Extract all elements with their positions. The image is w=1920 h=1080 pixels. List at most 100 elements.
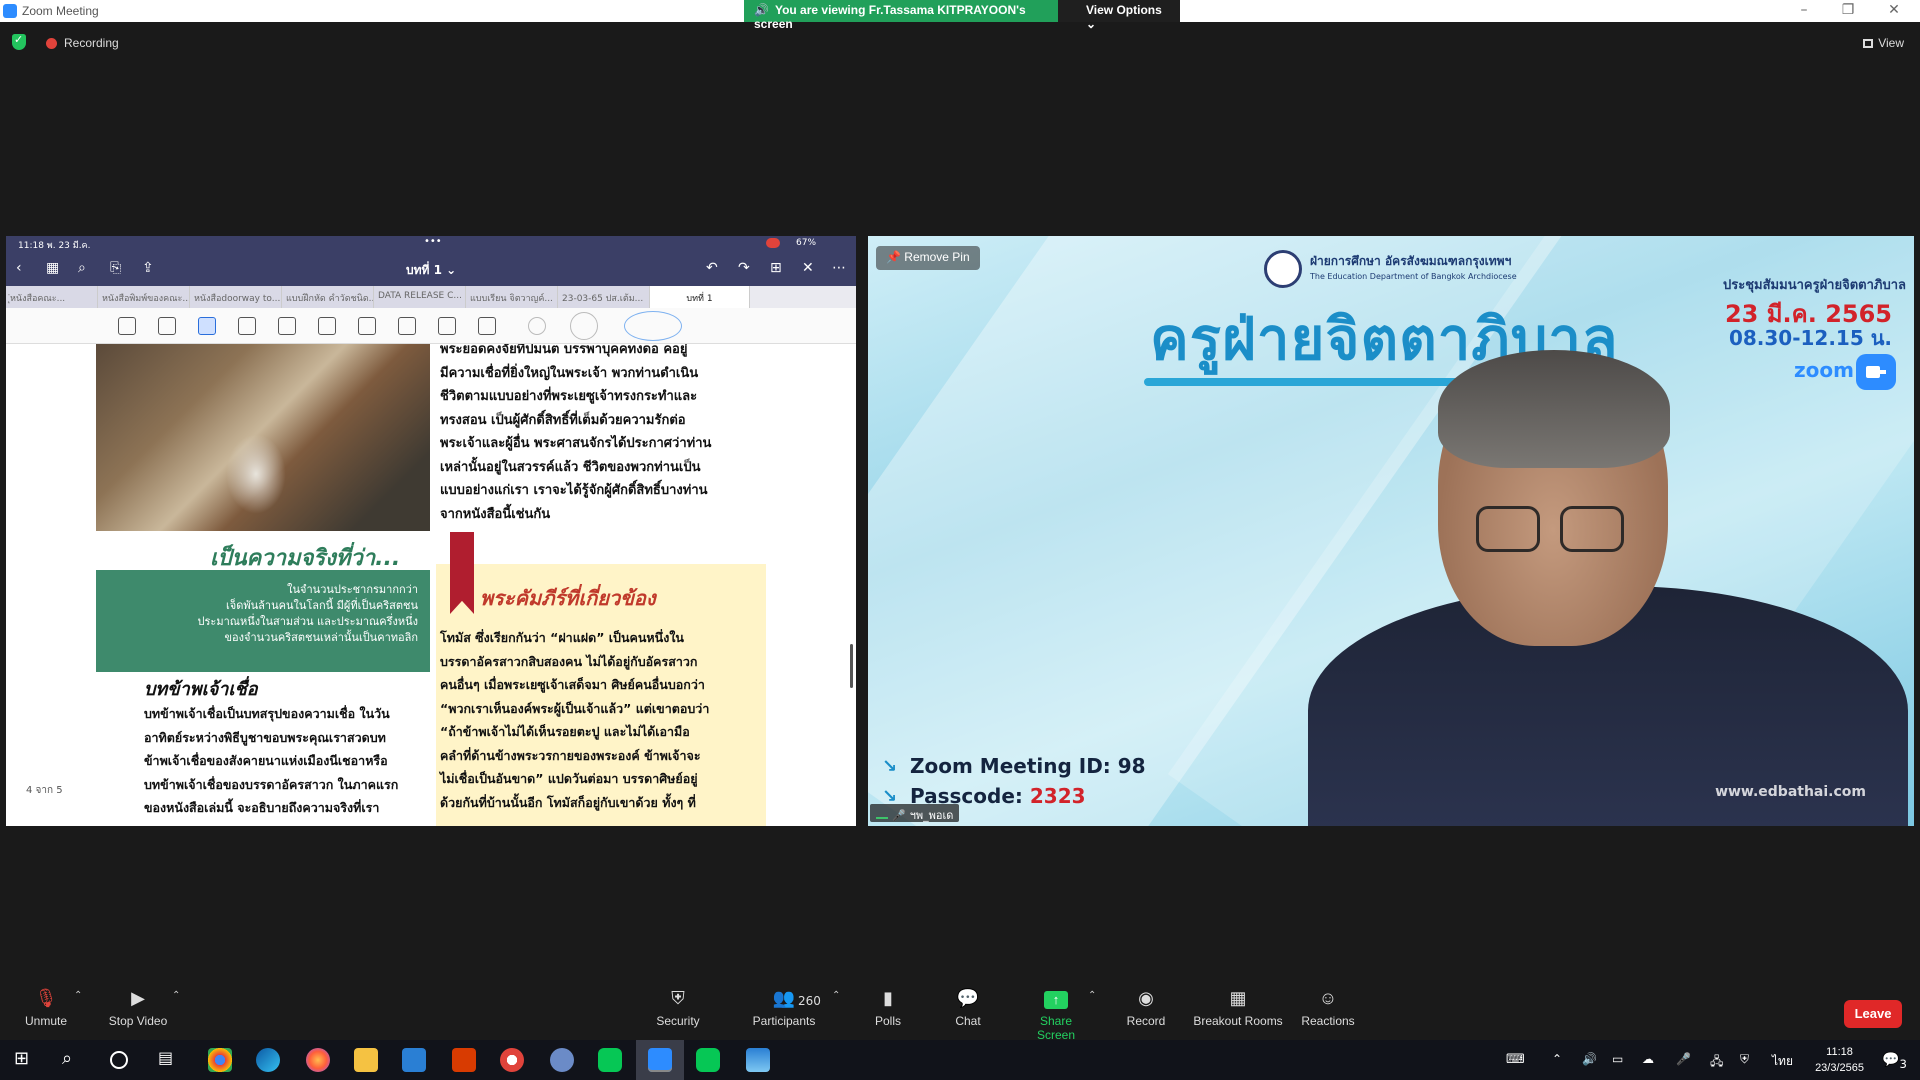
- view-button[interactable]: View: [1863, 36, 1904, 50]
- file-explorer-icon[interactable]: [354, 1048, 378, 1072]
- participants-icon: 👥: [772, 988, 796, 1008]
- remove-pin-label: Remove Pin: [904, 250, 970, 264]
- close-doc-icon[interactable]: ✕: [802, 260, 814, 276]
- glasses-icon: [1476, 506, 1540, 552]
- security-label: Security: [656, 1014, 700, 1028]
- highlighter-tool-icon[interactable]: [238, 317, 256, 335]
- more-icon[interactable]: ⋯: [832, 260, 846, 276]
- office-icon[interactable]: [452, 1048, 476, 1072]
- notes-tab-active[interactable]: บทที่ 1: [650, 286, 750, 308]
- laser-pointer-icon[interactable]: [478, 317, 496, 335]
- notes-tab[interactable]: หนังสือพิมพ์ของคณะ...: [98, 286, 190, 308]
- microphone-icon[interactable]: 🎤: [1676, 1052, 1691, 1066]
- notes-tab[interactable]: DATA RELEASE C...: [374, 286, 466, 308]
- polls-button[interactable]: ▮ Polls: [870, 988, 906, 1028]
- chrome-icon[interactable]: [208, 1048, 232, 1072]
- restore-button[interactable]: ❐: [1838, 2, 1858, 18]
- text-tool-icon[interactable]: [438, 317, 456, 335]
- shared-screen[interactable]: 11:18 พ. 23 มี.ค. ••• 67% ‹ ▦ ⌕ ⎘ ⇪ บทที…: [6, 236, 856, 826]
- search-icon[interactable]: ⌕: [78, 260, 86, 276]
- task-view-icon[interactable]: ▤: [158, 1048, 182, 1072]
- video-options-caret-icon[interactable]: ⌃: [172, 990, 180, 1001]
- acrobat-icon[interactable]: [500, 1048, 524, 1072]
- size-swatch-large-icon[interactable]: [624, 311, 682, 341]
- audio-options-caret-icon[interactable]: ⌃: [74, 990, 82, 1001]
- remove-pin-button[interactable]: 📌 Remove Pin: [876, 246, 980, 270]
- close-button[interactable]: ✕: [1884, 2, 1904, 18]
- unmute-button[interactable]: 🎙 Unmute: [22, 988, 70, 1028]
- share-icon[interactable]: ⇪: [142, 260, 154, 276]
- scroll-indicator[interactable]: [850, 644, 853, 688]
- breakout-rooms-button[interactable]: ▦ Breakout Rooms: [1192, 988, 1284, 1028]
- scripture-heading: พระคัมภีร์ที่เกี่ยวข้อง: [480, 586, 656, 610]
- encryption-shield-icon[interactable]: [12, 33, 26, 50]
- pen-tool-icon[interactable]: [158, 317, 176, 335]
- chat-button[interactable]: 💬 Chat: [952, 988, 984, 1028]
- meeting-status-row: Recording View: [0, 30, 1920, 56]
- notes-tab[interactable]: หนังสือdoorway to...: [190, 286, 282, 308]
- lasso-tool-icon[interactable]: [318, 317, 336, 335]
- add-page-icon[interactable]: ⊞: [770, 260, 782, 276]
- document-title[interactable]: บทที่ 1 ⌄: [406, 261, 456, 280]
- keyboard-tray-icon[interactable]: ⌨: [1506, 1052, 1525, 1067]
- image-tool-icon[interactable]: [398, 317, 416, 335]
- share-screen-button[interactable]: ↑ Share Screen: [1020, 988, 1092, 1042]
- notes-tab[interactable]: ุ่หนังสือคณะ...: [6, 286, 98, 308]
- volume-icon[interactable]: 🔊: [1582, 1052, 1597, 1066]
- reactions-button[interactable]: ☺ Reactions: [1300, 988, 1356, 1028]
- participants-caret-icon[interactable]: ⌃: [832, 990, 840, 1001]
- security-button[interactable]: ⛨ Security: [654, 988, 702, 1028]
- stamp-tool-icon[interactable]: [358, 317, 376, 335]
- firefox-icon[interactable]: [306, 1048, 330, 1072]
- edge-icon[interactable]: [256, 1048, 280, 1072]
- photos-icon[interactable]: [746, 1048, 770, 1072]
- view-options-button[interactable]: View Options ⌄: [1058, 0, 1180, 31]
- viewing-text: You are viewing Fr.Tassama KITPRAYOON's …: [754, 3, 1026, 31]
- green-fact-box: ในจำนวนประชากรมากกว่า เจ็ดพันล้านคนในโลก…: [96, 570, 430, 672]
- windows-start-icon[interactable]: ⊞: [14, 1048, 38, 1072]
- redo-icon[interactable]: ↷: [738, 260, 750, 276]
- eraser-tool-icon[interactable]: [198, 317, 216, 335]
- reader-tool-icon[interactable]: [118, 317, 136, 335]
- onedrive-icon[interactable]: ☁: [1642, 1052, 1654, 1066]
- taskbar-clock[interactable]: 11:18 23/3/2565: [1815, 1044, 1864, 1076]
- size-swatch-icon[interactable]: [570, 312, 598, 340]
- meeting-controls: 🎙 Unmute ⌃ ▶ Stop Video ⌃ ⛨ Security 👥 Parti…: [0, 976, 1920, 1042]
- share-screen-label: Share Screen: [1036, 1014, 1076, 1042]
- cortana-icon[interactable]: [110, 1051, 128, 1069]
- participants-label: Participants: [752, 1014, 816, 1028]
- grid-icon: [1863, 39, 1874, 48]
- leave-button[interactable]: Leave: [1844, 1000, 1902, 1028]
- meet-now-icon[interactable]: ▭: [1612, 1052, 1623, 1066]
- minimize-button[interactable]: –: [1794, 2, 1814, 18]
- shape-tool-icon[interactable]: [278, 317, 296, 335]
- input-language[interactable]: ไทย: [1772, 1052, 1793, 1071]
- breakout-rooms-label: Breakout Rooms: [1193, 1014, 1283, 1028]
- share-options-caret-icon[interactable]: ⌃: [1088, 990, 1096, 1001]
- stop-video-button[interactable]: ▶ Stop Video: [106, 988, 170, 1028]
- show-hidden-icons-icon[interactable]: ⌃: [1552, 1052, 1562, 1066]
- back-icon[interactable]: ‹: [16, 260, 22, 276]
- record-button[interactable]: ◉ Record: [1124, 988, 1168, 1028]
- network-icon[interactable]: 🖧: [1710, 1052, 1723, 1073]
- meeting-time: 08.30-12.15 น.: [1728, 326, 1892, 350]
- recording-dot-icon: [46, 38, 57, 49]
- bookmark-icon[interactable]: ⎘: [110, 260, 121, 276]
- notes-tab[interactable]: 23-03-65 ปส.เต้ม...: [558, 286, 650, 308]
- notes-tab[interactable]: แบบฝึกหัด คำวัดชนิด...: [282, 286, 374, 308]
- security-tray-icon[interactable]: ⛨: [1740, 1052, 1749, 1067]
- undo-icon[interactable]: ↶: [706, 260, 718, 276]
- pinned-video[interactable]: 📌 Remove Pin ฝ่ายการศึกษา อัครสังฆมณฑลกร…: [868, 236, 1914, 826]
- notifications-icon[interactable]: 💬3: [1882, 1052, 1907, 1071]
- notes-tab[interactable]: แบบเรียน จิตวาญค์...: [466, 286, 558, 308]
- grid-view-icon[interactable]: ▦: [46, 260, 59, 276]
- line-icon[interactable]: [696, 1048, 720, 1072]
- search-icon[interactable]: ⌕: [62, 1048, 86, 1072]
- department-name-thai: ฝ่ายการศึกษา อัครสังฆมณฑลกรุงเทพฯ: [1310, 254, 1512, 268]
- zoom-outlook-icon[interactable]: [550, 1048, 574, 1072]
- color-swatch-icon[interactable]: [528, 317, 546, 335]
- mail-icon[interactable]: [402, 1048, 426, 1072]
- recording-label[interactable]: Recording: [64, 36, 119, 50]
- zoom-taskbar-icon[interactable]: [648, 1048, 672, 1072]
- line-icon[interactable]: [598, 1048, 622, 1072]
